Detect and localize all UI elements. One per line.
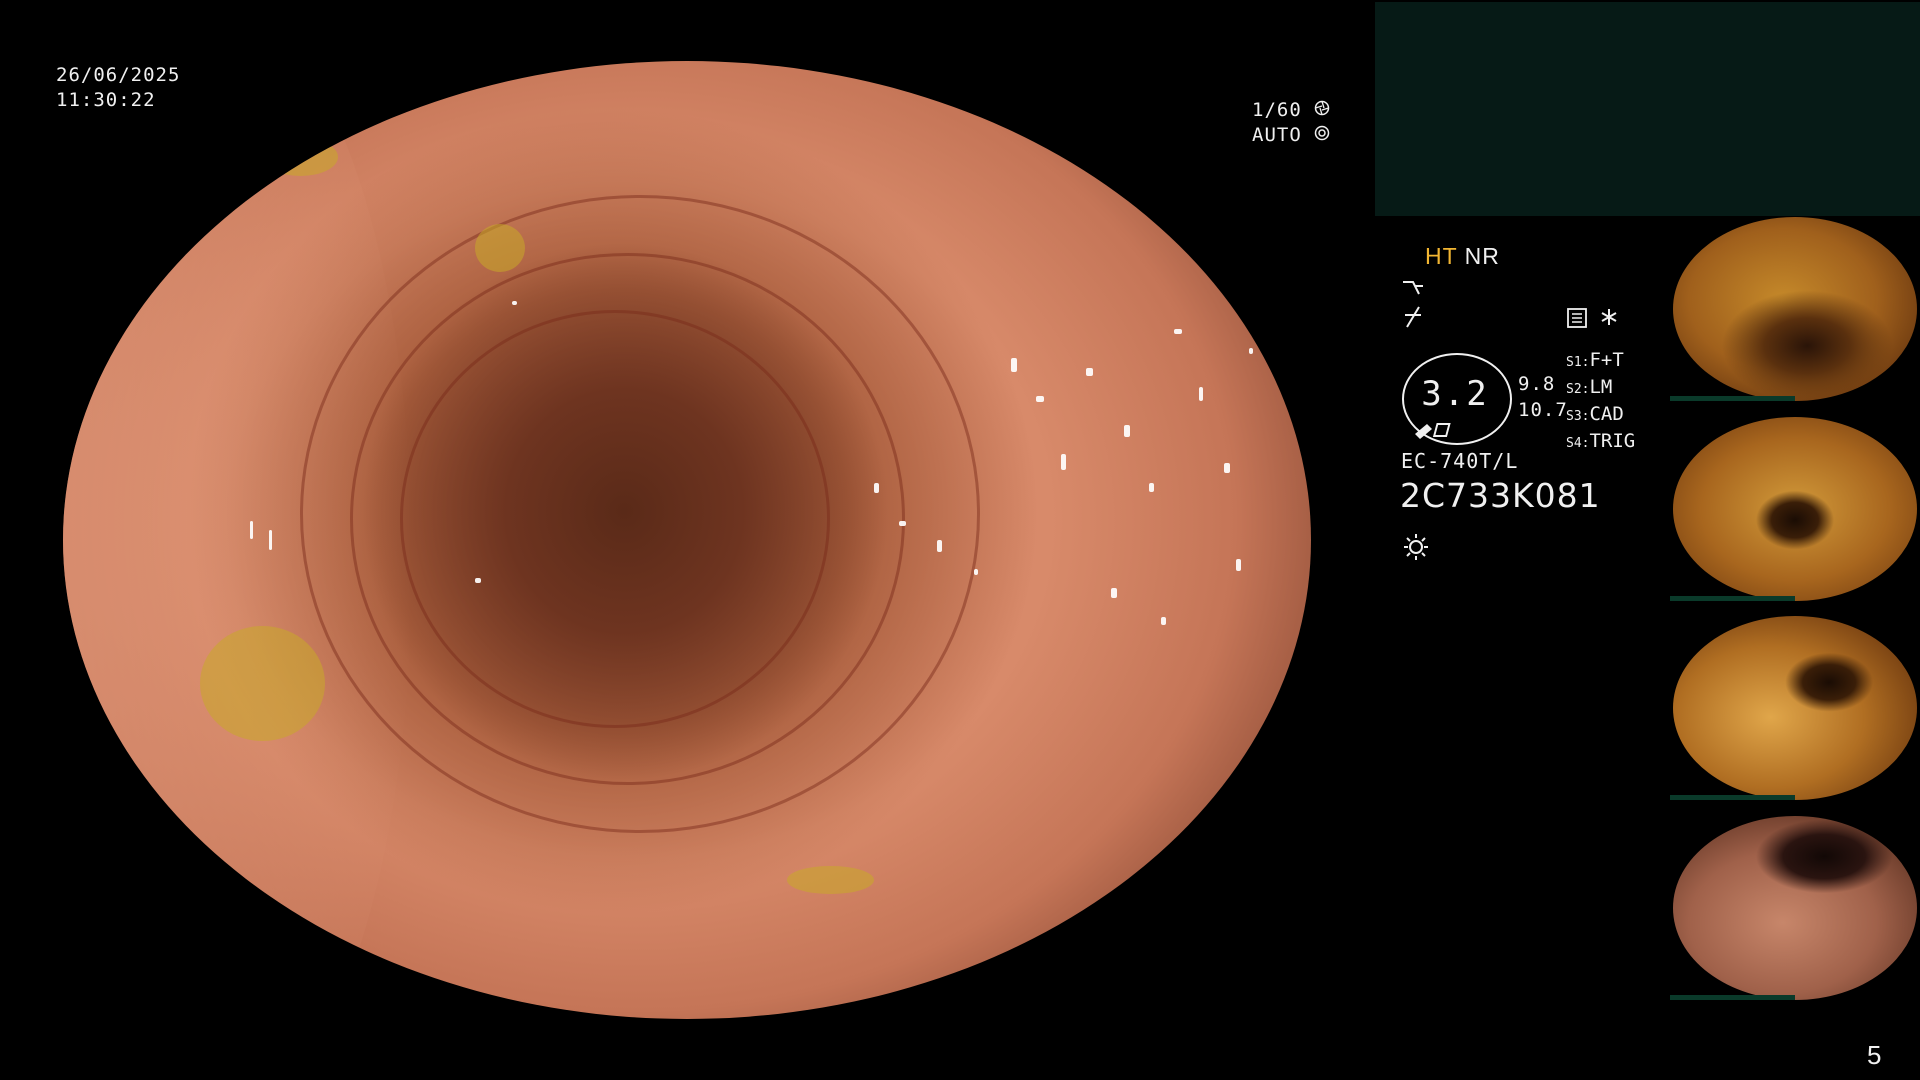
capture-thumbnail[interactable] [1670, 217, 1920, 401]
switch-row-1: S1:F+T [1566, 349, 1624, 371]
nr-label: NR [1464, 243, 1500, 269]
memo-icon [1566, 307, 1588, 333]
color-enhance-icon [1401, 305, 1427, 333]
date-label: 26/06/2025 [56, 64, 181, 86]
switch-row-2: S2:LM [1566, 376, 1613, 398]
scope-switches: S1:F+T S2:LM S3:CAD S4:TRIG [1566, 348, 1635, 456]
switch-row-4: S4:TRIG [1566, 430, 1636, 452]
info-panel-background [1375, 2, 1920, 216]
page-number: 5 [1867, 1040, 1882, 1070]
shutter-label: 1/60 [1252, 99, 1302, 121]
asterisk-icon [1599, 307, 1619, 331]
readout-value-1: 9.8 [1518, 373, 1556, 395]
zoom-bar-icon [1413, 418, 1455, 444]
exposure-info: 1/60 AUTO [1252, 98, 1330, 148]
switch-row-3: S3:CAD [1566, 403, 1624, 425]
light-source-icon [1401, 531, 1431, 565]
time-label: 11:30:22 [56, 89, 156, 111]
capture-thumbnail[interactable] [1670, 616, 1920, 800]
capture-thumbnail[interactable] [1670, 417, 1920, 601]
timestamp: 26/06/2025 11:30:22 [56, 63, 180, 113]
scope-model: EC-740T/L [1401, 449, 1519, 473]
target-icon [1314, 123, 1330, 148]
readout-values: 9.8 10.7 [1518, 371, 1568, 423]
capture-thumbnail[interactable] [1670, 816, 1920, 1000]
endoscope-live-view [63, 61, 1311, 1019]
iris-mode-label: AUTO [1252, 124, 1302, 146]
readout-value-2: 10.7 [1518, 399, 1568, 421]
scope-serial: 2C733K081 [1400, 476, 1601, 515]
aperture-icon [1314, 98, 1330, 123]
processing-modes: HT NR [1425, 244, 1500, 269]
ht-label: HT [1425, 243, 1458, 269]
zoom-value: 3.2 [1421, 374, 1489, 414]
enhancement-curve-icon [1401, 276, 1427, 302]
